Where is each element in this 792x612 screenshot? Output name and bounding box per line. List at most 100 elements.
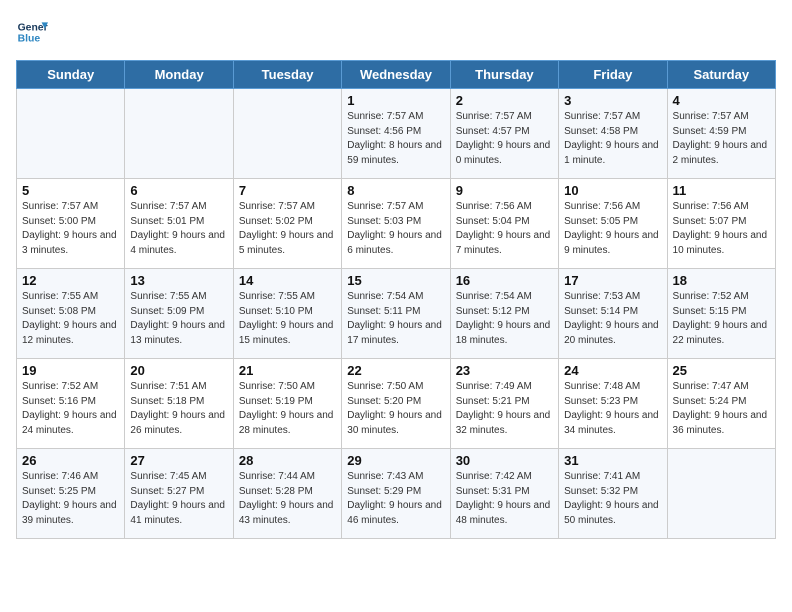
day-info: Sunrise: 7:55 AM Sunset: 5:08 PM Dayligh… [22,290,119,348]
calendar-cell: 2 Sunrise: 7:57 AM Sunset: 4:57 PM Daylig… [450,89,558,179]
day-info: Sunrise: 7:57 AM Sunset: 5:00 PM Dayligh… [22,200,119,258]
day-number: 27 [130,453,227,468]
calendar-week-row: 26Sunrise: 7:46 AM Sunset: 5:25 PM Dayli… [17,449,776,539]
calendar-cell: 14Sunrise: 7:55 AM Sunset: 5:10 PM Dayli… [233,269,341,359]
calendar-cell: 9 Sunrise: 7:56 AM Sunset: 5:04 PM Daylig… [450,179,558,269]
day-number: 12 [22,273,119,288]
day-info: Sunrise: 7:57 AM Sunset: 5:02 PM Dayligh… [239,200,336,258]
day-number: 24 [564,363,661,378]
day-number: 25 [673,363,770,378]
calendar-week-row: 1 Sunrise: 7:57 AM Sunset: 4:56 PM Daylig… [17,89,776,179]
calendar-cell: 17 Sunrise: 7:53 AM Sunset: 5:14 PM Dayli… [559,269,667,359]
calendar-cell: 4 Sunrise: 7:57 AM Sunset: 4:59 PM Daylig… [667,89,775,179]
calendar-cell: 21 Sunrise: 7:50 AM Sunset: 5:19 PM Dayli… [233,359,341,449]
calendar-cell: 11 Sunrise: 7:56 AM Sunset: 5:07 PM Dayli… [667,179,775,269]
calendar-cell: 3 Sunrise: 7:57 AM Sunset: 4:58 PM Daylig… [559,89,667,179]
day-number: 9 [456,183,553,198]
day-number: 3 [564,93,661,108]
day-info: Sunrise: 7:41 AM Sunset: 5:32 PM Dayligh… [564,470,661,528]
calendar-cell: 22Sunrise: 7:50 AM Sunset: 5:20 PM Dayli… [342,359,450,449]
weekday-header: Saturday [667,61,775,89]
day-number: 20 [130,363,227,378]
day-number: 7 [239,183,336,198]
day-number: 29 [347,453,444,468]
day-number: 8 [347,183,444,198]
weekday-header: Sunday [17,61,125,89]
weekday-header: Wednesday [342,61,450,89]
calendar-cell: 1 Sunrise: 7:57 AM Sunset: 4:56 PM Daylig… [342,89,450,179]
day-info: Sunrise: 7:48 AM Sunset: 5:23 PM Dayligh… [564,380,661,438]
calendar-cell: 19 Sunrise: 7:52 AM Sunset: 5:16 PM Dayli… [17,359,125,449]
day-number: 2 [456,93,553,108]
calendar-cell: 12 Sunrise: 7:55 AM Sunset: 5:08 PM Dayli… [17,269,125,359]
day-number: 14 [239,273,336,288]
calendar-week-row: 5 Sunrise: 7:57 AM Sunset: 5:00 PM Daylig… [17,179,776,269]
header: General Blue [16,16,776,48]
day-number: 26 [22,453,119,468]
day-number: 21 [239,363,336,378]
calendar-cell: 16 Sunrise: 7:54 AM Sunset: 5:12 PM Dayli… [450,269,558,359]
weekday-header-row: SundayMondayTuesdayWednesdayThursdayFrid… [17,61,776,89]
day-number: 1 [347,93,444,108]
logo-icon: General Blue [16,16,48,48]
day-number: 13 [130,273,227,288]
calendar-cell: 23Sunrise: 7:49 AM Sunset: 5:21 PM Dayli… [450,359,558,449]
calendar-cell: 13Sunrise: 7:55 AM Sunset: 5:09 PM Dayli… [125,269,233,359]
day-number: 19 [22,363,119,378]
day-info: Sunrise: 7:57 AM Sunset: 4:58 PM Dayligh… [564,110,661,168]
day-info: Sunrise: 7:57 AM Sunset: 5:01 PM Dayligh… [130,200,227,258]
calendar-cell: 8Sunrise: 7:57 AM Sunset: 5:03 PM Daylig… [342,179,450,269]
calendar-week-row: 19 Sunrise: 7:52 AM Sunset: 5:16 PM Dayli… [17,359,776,449]
calendar-cell: 31 Sunrise: 7:41 AM Sunset: 5:32 PM Dayli… [559,449,667,539]
calendar-cell [233,89,341,179]
day-number: 5 [22,183,119,198]
day-number: 6 [130,183,227,198]
day-info: Sunrise: 7:57 AM Sunset: 4:57 PM Dayligh… [456,110,553,168]
day-info: Sunrise: 7:44 AM Sunset: 5:28 PM Dayligh… [239,470,336,528]
calendar-cell: 25Sunrise: 7:47 AM Sunset: 5:24 PM Dayli… [667,359,775,449]
day-number: 30 [456,453,553,468]
day-info: Sunrise: 7:56 AM Sunset: 5:07 PM Dayligh… [673,200,770,258]
day-info: Sunrise: 7:56 AM Sunset: 5:04 PM Dayligh… [456,200,553,258]
day-info: Sunrise: 7:51 AM Sunset: 5:18 PM Dayligh… [130,380,227,438]
day-number: 17 [564,273,661,288]
day-number: 4 [673,93,770,108]
weekday-header: Monday [125,61,233,89]
day-number: 28 [239,453,336,468]
calendar-cell: 26Sunrise: 7:46 AM Sunset: 5:25 PM Dayli… [17,449,125,539]
weekday-header: Thursday [450,61,558,89]
calendar-cell: 5 Sunrise: 7:57 AM Sunset: 5:00 PM Daylig… [17,179,125,269]
calendar-cell: 6 Sunrise: 7:57 AM Sunset: 5:01 PM Daylig… [125,179,233,269]
day-info: Sunrise: 7:43 AM Sunset: 5:29 PM Dayligh… [347,470,444,528]
day-number: 10 [564,183,661,198]
calendar-cell: 7 Sunrise: 7:57 AM Sunset: 5:02 PM Daylig… [233,179,341,269]
day-info: Sunrise: 7:54 AM Sunset: 5:12 PM Dayligh… [456,290,553,348]
calendar-cell: 28 Sunrise: 7:44 AM Sunset: 5:28 PM Dayli… [233,449,341,539]
weekday-header: Friday [559,61,667,89]
day-info: Sunrise: 7:53 AM Sunset: 5:14 PM Dayligh… [564,290,661,348]
day-number: 11 [673,183,770,198]
day-number: 23 [456,363,553,378]
calendar-cell: 24 Sunrise: 7:48 AM Sunset: 5:23 PM Dayli… [559,359,667,449]
calendar-cell: 20 Sunrise: 7:51 AM Sunset: 5:18 PM Dayli… [125,359,233,449]
day-info: Sunrise: 7:45 AM Sunset: 5:27 PM Dayligh… [130,470,227,528]
day-number: 15 [347,273,444,288]
day-info: Sunrise: 7:50 AM Sunset: 5:20 PM Dayligh… [347,380,444,438]
day-number: 31 [564,453,661,468]
day-info: Sunrise: 7:50 AM Sunset: 5:19 PM Dayligh… [239,380,336,438]
day-number: 18 [673,273,770,288]
calendar-cell: 29 Sunrise: 7:43 AM Sunset: 5:29 PM Dayli… [342,449,450,539]
day-info: Sunrise: 7:56 AM Sunset: 5:05 PM Dayligh… [564,200,661,258]
day-info: Sunrise: 7:54 AM Sunset: 5:11 PM Dayligh… [347,290,444,348]
calendar-cell [667,449,775,539]
logo: General Blue [16,16,48,48]
day-info: Sunrise: 7:52 AM Sunset: 5:16 PM Dayligh… [22,380,119,438]
day-info: Sunrise: 7:52 AM Sunset: 5:15 PM Dayligh… [673,290,770,348]
calendar-cell [125,89,233,179]
calendar-cell: 10 Sunrise: 7:56 AM Sunset: 5:05 PM Dayli… [559,179,667,269]
day-info: Sunrise: 7:57 AM Sunset: 4:56 PM Dayligh… [347,110,444,168]
day-number: 16 [456,273,553,288]
day-info: Sunrise: 7:42 AM Sunset: 5:31 PM Dayligh… [456,470,553,528]
day-info: Sunrise: 7:57 AM Sunset: 4:59 PM Dayligh… [673,110,770,168]
calendar-cell: 18 Sunrise: 7:52 AM Sunset: 5:15 PM Dayli… [667,269,775,359]
